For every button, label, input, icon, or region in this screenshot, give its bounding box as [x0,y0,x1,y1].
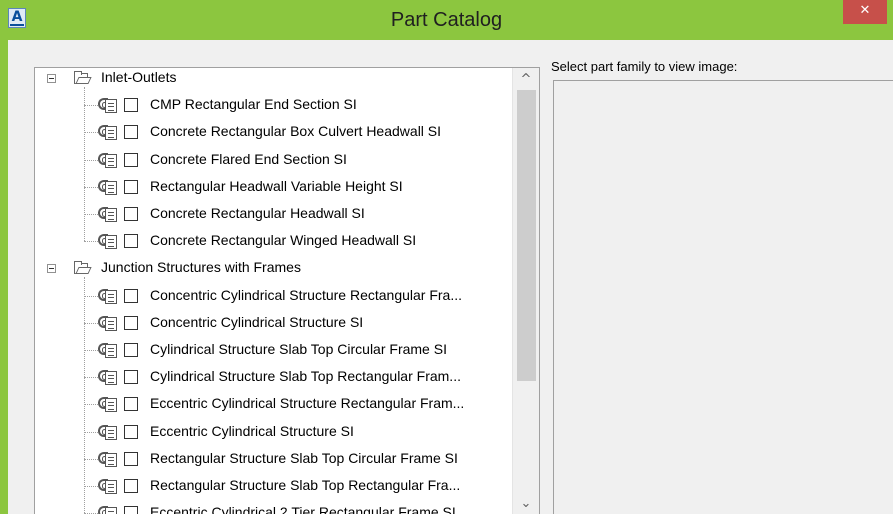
part-family-icon [98,341,118,359]
preview-label: Select part family to view image: [551,59,738,74]
app-icon-letter: A [11,9,23,25]
minus-box-icon[interactable] [47,264,56,274]
tree-item[interactable]: Concentric Cylindrical Structure SI [35,310,513,336]
tree-item[interactable]: Concrete Flared End Section SI [35,147,513,173]
part-family-icon [98,123,118,141]
part-checkbox[interactable] [124,451,138,466]
part-checkbox[interactable] [124,179,138,194]
title-bar: A Part Catalog ✕ [0,0,893,40]
part-family-icon [98,205,118,223]
dialog-body: Inlet-Outlets CMP Rectangular End Section… [8,40,893,514]
part-family-label: Concrete Flared End Section SI [150,150,347,167]
tree-item[interactable]: Eccentric Cylindrical Structure Rectangu… [35,391,513,417]
part-family-label: Concrete Rectangular Box Culvert Headwal… [150,123,442,140]
tree-connector-branch [84,431,98,433]
part-checkbox[interactable] [124,479,138,493]
tree-item[interactable]: Concrete Rectangular Box Culvert Headwal… [35,119,513,145]
part-image-preview [553,80,893,514]
app-icon[interactable]: A [8,8,26,28]
part-family-icon [98,96,118,114]
tree-item[interactable]: Eccentric Cylindrical 2 Tier Rectangular… [35,500,513,514]
part-family-icon [98,504,118,514]
tree-connector-branch [84,186,98,188]
tree-category[interactable]: Inlet-Outlets [35,68,513,91]
tree-connector-branch [84,350,98,351]
part-family-label: Concrete Rectangular Headwall SI [150,205,365,221]
minus-box-icon[interactable] [47,74,56,83]
part-checkbox[interactable] [124,234,138,249]
scroll-thumb[interactable] [517,90,536,381]
tree-item[interactable]: CMP Rectangular End Section SI [35,92,513,118]
part-family-icon [98,178,118,196]
tree-category-label: Junction Structures with Frames [101,259,301,276]
part-checkbox[interactable] [124,288,138,303]
tree-item[interactable]: Rectangular Structure Slab Top Circular … [35,446,513,472]
tree-item[interactable]: Cylindrical Structure Slab Top Circular … [35,337,513,363]
tree-connector-branch [84,486,98,487]
part-family-label: Eccentric Cylindrical Structure SI [150,422,354,439]
tree-connector-branch [84,132,98,134]
tree-connector-branch [84,322,98,324]
tree-item[interactable]: Rectangular Headwall Variable Height SI [35,174,513,200]
part-checkbox[interactable] [124,343,138,357]
tree-connector-branch [84,458,98,460]
part-checkbox[interactable] [124,370,138,385]
tree-item[interactable]: Eccentric Cylindrical Structure SI [35,419,513,445]
scroll-up-button[interactable]: ^ [513,68,539,90]
part-family-label: Rectangular Structure Slab Top Circular … [150,449,458,466]
part-family-icon [98,232,118,250]
tree-connector-branch [84,241,98,243]
part-family-icon [98,477,118,495]
part-checkbox[interactable] [124,125,138,140]
tree-category-label: Inlet-Outlets [101,69,177,85]
part-family-label: Concentric Cylindrical Structure Rectang… [150,286,463,303]
tree-connector-branch [84,214,98,215]
part-checkbox[interactable] [124,207,138,221]
part-family-icon [98,450,118,468]
close-button[interactable]: ✕ [843,0,887,24]
part-family-label: Concrete Rectangular Winged Headwall SI [150,232,417,249]
tree-scrollbar[interactable]: ^ ⌄ [512,68,539,514]
part-family-label: Cylindrical Structure Slab Top Rectangul… [150,368,461,385]
folder-open-icon [74,71,92,84]
tree-category[interactable]: Junction Structures with Frames [35,255,513,281]
tree-connector-branch [84,105,98,107]
tree-content: Inlet-Outlets CMP Rectangular End Section… [35,68,513,514]
tree-item[interactable]: Concrete Rectangular Winged Headwall SI [35,228,513,254]
part-family-icon [98,368,118,386]
part-family-label: Rectangular Structure Slab Top Rectangul… [150,477,461,493]
part-family-tree[interactable]: Inlet-Outlets CMP Rectangular End Section… [34,67,540,514]
part-family-icon [98,423,118,441]
folder-open-icon [74,261,92,275]
tree-item[interactable]: Concrete Rectangular Headwall SI [35,201,513,227]
part-family-icon [98,287,118,305]
tree-connector-branch [84,404,98,406]
part-family-label: CMP Rectangular End Section SI [150,96,357,113]
tree-connector-branch [84,295,98,297]
part-family-label: Rectangular Headwall Variable Height SI [150,177,403,194]
tree-item[interactable]: Concentric Cylindrical Structure Rectang… [35,283,513,309]
scroll-down-button[interactable]: ⌄ [513,493,539,514]
tree-item[interactable]: Cylindrical Structure Slab Top Rectangul… [35,364,513,390]
part-family-label: Concentric Cylindrical Structure SI [150,313,364,330]
part-family-label: Cylindrical Structure Slab Top Circular … [150,341,447,357]
part-checkbox[interactable] [124,152,138,167]
part-checkbox[interactable] [124,506,138,514]
tree-connector-branch [84,377,98,379]
part-family-icon [98,314,118,332]
window-title: Part Catalog [390,9,503,31]
tree-connector-branch [84,159,98,161]
part-family-icon [98,395,118,413]
tree-item[interactable]: Rectangular Structure Slab Top Rectangul… [35,473,513,499]
part-checkbox[interactable] [124,315,138,330]
part-checkbox[interactable] [124,424,138,439]
part-checkbox[interactable] [124,98,138,113]
part-family-icon [98,151,118,169]
part-family-label: Eccentric Cylindrical 2 Tier Rectangular… [150,504,456,514]
part-family-label: Eccentric Cylindrical Structure Rectangu… [150,395,465,412]
part-checkbox[interactable] [124,397,138,412]
